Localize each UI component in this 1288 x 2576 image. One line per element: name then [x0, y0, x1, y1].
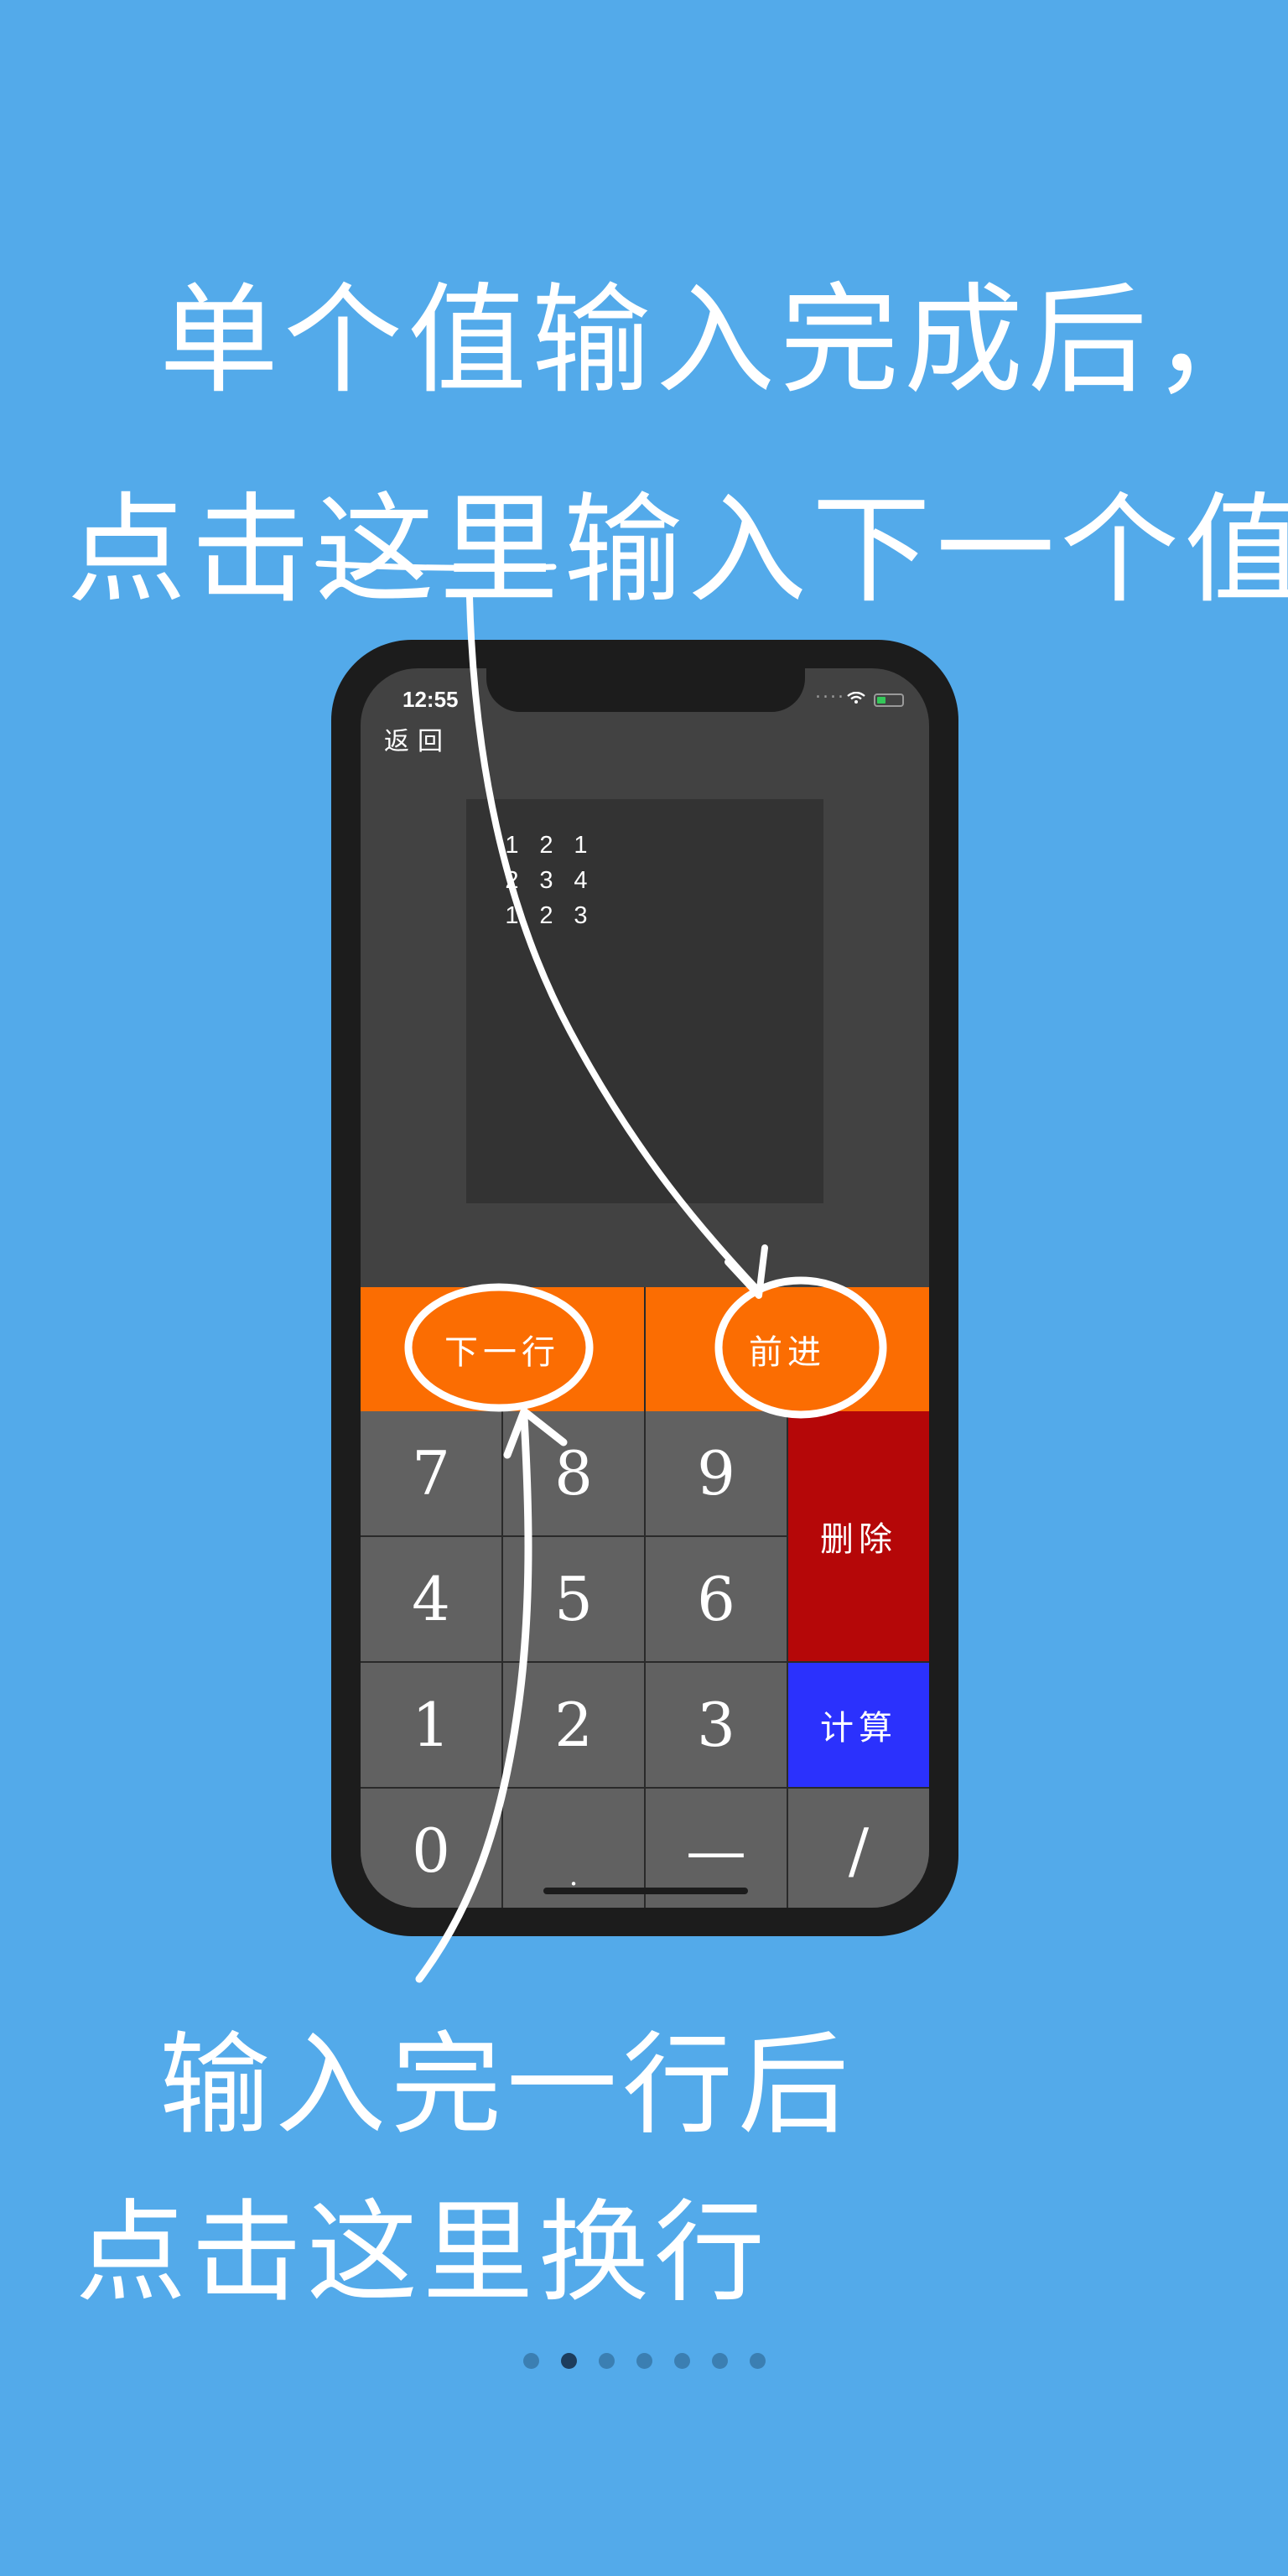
matrix-cell: 2: [539, 902, 553, 929]
key-6[interactable]: 6: [646, 1537, 787, 1661]
key-3[interactable]: 3: [646, 1663, 787, 1787]
status-signal-dots: ....: [815, 682, 845, 703]
page-dot-active[interactable]: [560, 2353, 577, 2369]
delete-button[interactable]: 删除: [788, 1411, 929, 1661]
phone-notch: [486, 668, 805, 712]
action-row: 下一行 前进: [361, 1287, 929, 1411]
caption-bottom-line-1: 输入完一行后: [159, 2021, 854, 2150]
key-slash[interactable]: /: [788, 1789, 929, 1908]
matrix-cell: 2: [505, 867, 519, 894]
page-dot[interactable]: [598, 2353, 615, 2369]
wifi-icon: [847, 692, 865, 704]
next-row-button[interactable]: 下一行: [361, 1287, 644, 1411]
page-dot[interactable]: [673, 2353, 690, 2369]
calculate-button[interactable]: 计算: [788, 1663, 929, 1787]
key-4[interactable]: 4: [361, 1537, 501, 1661]
matrix-cell: 4: [574, 867, 588, 894]
page-dot[interactable]: [522, 2353, 539, 2369]
key-1[interactable]: 1: [361, 1663, 501, 1787]
caption-top-line-1: 单个值输入完成后，: [159, 272, 1276, 410]
key-2[interactable]: 2: [503, 1663, 644, 1787]
matrix-cell: 3: [574, 902, 588, 929]
page-dot[interactable]: [636, 2353, 652, 2369]
page-dot[interactable]: [711, 2353, 728, 2369]
key-7[interactable]: 7: [361, 1411, 501, 1535]
page-dot[interactable]: [749, 2353, 766, 2369]
back-button[interactable]: 返回: [384, 720, 451, 757]
key-0[interactable]: 0: [361, 1789, 501, 1908]
matrix-cell: 1: [574, 832, 588, 859]
matrix-row: 1 2 1: [495, 828, 598, 863]
phone-screen: 12:55 .... 返回 1 2 1 2 3 4 1 2 3 下一行 前进 7…: [361, 668, 929, 1908]
home-indicator: [543, 1888, 748, 1894]
caption-top-line-2: 点击这里输入下一个值: [67, 481, 1288, 620]
key-9[interactable]: 9: [646, 1411, 787, 1535]
matrix-row: 2 3 4: [495, 863, 598, 898]
key-5[interactable]: 5: [503, 1537, 644, 1661]
keypad: 7 8 9 删除 4 5 6 1 2 3 计算 0 . — /: [361, 1411, 929, 1908]
matrix-cell: 2: [539, 832, 553, 859]
page-indicator: [0, 2353, 1288, 2369]
caption-bottom-line-2: 点击这里换行: [75, 2189, 770, 2318]
forward-button[interactable]: 前进: [644, 1287, 929, 1411]
matrix-row: 1 2 3: [495, 898, 598, 933]
status-time: 12:55: [402, 687, 459, 712]
battery-icon: [874, 693, 904, 707]
matrix-values: 1 2 1 2 3 4 1 2 3: [495, 828, 598, 933]
matrix-cell: 3: [539, 867, 553, 894]
matrix-cell: 1: [505, 832, 519, 859]
matrix-cell: 1: [505, 902, 519, 929]
key-8[interactable]: 8: [503, 1411, 644, 1535]
